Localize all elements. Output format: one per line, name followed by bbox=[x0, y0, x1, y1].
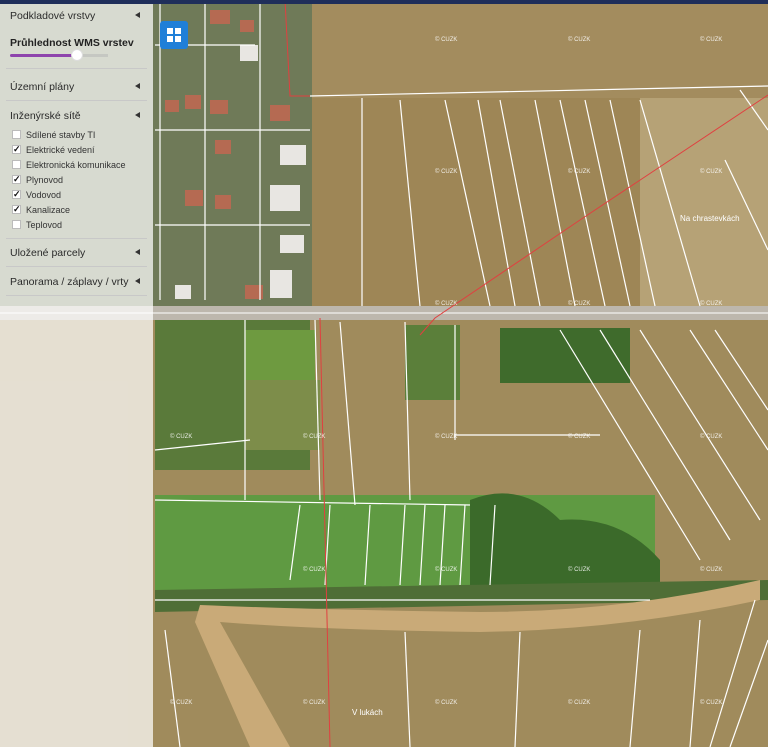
green-plot-a bbox=[245, 330, 315, 380]
cuzk-watermark: © ČÚZK bbox=[700, 434, 723, 440]
utility-item-label: Elektrické vedení bbox=[26, 144, 95, 155]
tree-belt bbox=[500, 328, 630, 383]
checkbox[interactable] bbox=[12, 130, 21, 139]
collapse-arrow-icon bbox=[135, 278, 140, 284]
checkbox[interactable]: ✓ bbox=[12, 175, 21, 184]
utility-item-label: Plynovod bbox=[26, 174, 64, 185]
cuzk-watermark: © ČÚZK bbox=[170, 700, 193, 706]
cuzk-watermark: © ČÚZK bbox=[435, 567, 458, 573]
utility-item-label: Sdílené stavby TI bbox=[26, 129, 96, 140]
cuzk-watermark: © ČÚZK bbox=[700, 37, 723, 43]
checkbox[interactable] bbox=[12, 160, 21, 169]
cuzk-watermark: © ČÚZK bbox=[568, 169, 591, 175]
utility-item[interactable]: ✓ Vodovod bbox=[12, 188, 61, 201]
cuzk-watermark: © ČÚZK bbox=[568, 567, 591, 573]
cuzk-watermark: © ČÚZK bbox=[435, 700, 458, 706]
cuzk-watermark: © ČÚZK bbox=[170, 434, 193, 440]
cuzk-watermark: © ČÚZK bbox=[303, 567, 326, 573]
cuzk-watermark: © ČÚZK bbox=[435, 434, 458, 440]
utility-item-label: Vodovod bbox=[26, 189, 62, 200]
collapse-arrow-icon bbox=[135, 112, 140, 118]
opacity-label: Průhlednost WMS vrstev bbox=[10, 37, 134, 49]
utility-item[interactable]: ✓ Plynovod bbox=[12, 173, 63, 186]
cuzk-watermark: © ČÚZK bbox=[568, 700, 591, 706]
checkbox[interactable]: ✓ bbox=[12, 205, 21, 214]
field-light bbox=[640, 98, 768, 308]
utility-item[interactable]: Elektronická komunikace bbox=[12, 158, 126, 171]
utility-item-label: Teplovod bbox=[26, 219, 63, 230]
utility-item-label: Elektronická komunikace bbox=[26, 159, 126, 170]
section-basemap-label: Podkladové vrstvy bbox=[10, 10, 96, 22]
place-label-v-lukach: V lukách bbox=[352, 708, 383, 717]
checkbox[interactable]: ✓ bbox=[12, 145, 21, 154]
cuzk-watermark: © ČÚZK bbox=[435, 169, 458, 175]
section-saved-parcels-label: Uložené parcely bbox=[10, 247, 86, 259]
layers-button[interactable] bbox=[160, 21, 188, 49]
section-panorama-label: Panorama / záplavy / vrty bbox=[10, 276, 129, 288]
collapse-arrow-icon bbox=[135, 83, 140, 89]
section-zoning[interactable]: Územní plány bbox=[0, 75, 153, 99]
divider bbox=[6, 266, 147, 267]
divider bbox=[6, 68, 147, 69]
field-top bbox=[255, 0, 768, 98]
cuzk-watermark: © ČÚZK bbox=[435, 37, 458, 43]
cuzk-watermark: © ČÚZK bbox=[303, 700, 326, 706]
cuzk-watermark: © ČÚZK bbox=[568, 301, 591, 307]
section-zoning-label: Územní plány bbox=[10, 81, 75, 93]
checkbox[interactable] bbox=[12, 220, 21, 229]
section-utilities[interactable]: Inženýrské sítě bbox=[0, 104, 153, 128]
section-utilities-label: Inženýrské sítě bbox=[10, 110, 81, 122]
layer-panel: Podkladové vrstvy Průhlednost WMS vrstev… bbox=[0, 4, 153, 747]
divider bbox=[6, 100, 147, 101]
opacity-slider-fill[interactable] bbox=[10, 54, 78, 57]
cuzk-watermark: © ČÚZK bbox=[568, 434, 591, 440]
section-panorama[interactable]: Panorama / záplavy / vrty bbox=[0, 270, 153, 294]
collapse-arrow-icon bbox=[135, 249, 140, 255]
cuzk-watermark: © ČÚZK bbox=[303, 434, 326, 440]
cuzk-watermark: © ČÚZK bbox=[700, 169, 723, 175]
utility-item[interactable]: ✓ Kanalizace bbox=[12, 203, 70, 216]
divider bbox=[6, 295, 147, 296]
utility-item[interactable]: Sdílené stavby TI bbox=[12, 128, 95, 141]
cuzk-watermark: © ČÚZK bbox=[700, 301, 723, 307]
section-saved-parcels[interactable]: Uložené parcely bbox=[0, 241, 153, 265]
section-basemap[interactable]: Podkladové vrstvy bbox=[0, 4, 153, 28]
opacity-slider-handle[interactable] bbox=[71, 49, 83, 61]
cuzk-watermark: © ČÚZK bbox=[700, 700, 723, 706]
utility-item[interactable]: ✓ Elektrické vedení bbox=[12, 143, 95, 156]
cuzk-watermark: © ČÚZK bbox=[435, 301, 458, 307]
collapse-arrow-icon bbox=[135, 12, 140, 18]
checkbox[interactable]: ✓ bbox=[12, 190, 21, 199]
cuzk-watermark: © ČÚZK bbox=[568, 37, 591, 43]
divider bbox=[6, 238, 147, 239]
utility-item[interactable]: Teplovod bbox=[12, 218, 62, 231]
grid-icon bbox=[167, 28, 181, 42]
homestead-garden bbox=[405, 325, 460, 400]
cuzk-watermark: © ČÚZK bbox=[700, 567, 723, 573]
place-label-na-chrastevkach: Na chrastevkách bbox=[680, 214, 740, 223]
utility-item-label: Kanalizace bbox=[26, 204, 71, 215]
top-bar bbox=[0, 0, 768, 4]
